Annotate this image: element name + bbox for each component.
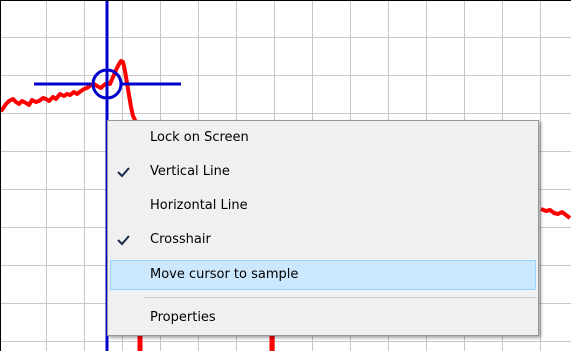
menu-item-vertical-line[interactable]: Vertical Line: [110, 159, 536, 185]
menu-item-label: Properties: [150, 310, 216, 325]
menu-item-lock-on-screen[interactable]: Lock on Screen: [110, 125, 536, 151]
menu-item-label: Crosshair: [150, 232, 211, 247]
chart-window: Lock on Screen Vertical Line Horizontal …: [0, 0, 571, 351]
menu-item-move-cursor-to-sample[interactable]: Move cursor to sample: [110, 260, 536, 290]
menu-item-label: Lock on Screen: [150, 130, 249, 145]
context-menu: Lock on Screen Vertical Line Horizontal …: [107, 120, 539, 336]
menu-separator: [144, 297, 536, 298]
menu-item-properties[interactable]: Properties: [110, 305, 536, 331]
checkmark-icon: [117, 235, 130, 246]
menu-item-crosshair[interactable]: Crosshair: [110, 227, 536, 253]
menu-item-label: Horizontal Line: [150, 198, 248, 213]
menu-item-horizontal-line[interactable]: Horizontal Line: [110, 193, 536, 219]
menu-item-label: Move cursor to sample: [150, 267, 299, 282]
checkmark-icon: [117, 167, 130, 178]
menu-item-label: Vertical Line: [150, 164, 230, 179]
